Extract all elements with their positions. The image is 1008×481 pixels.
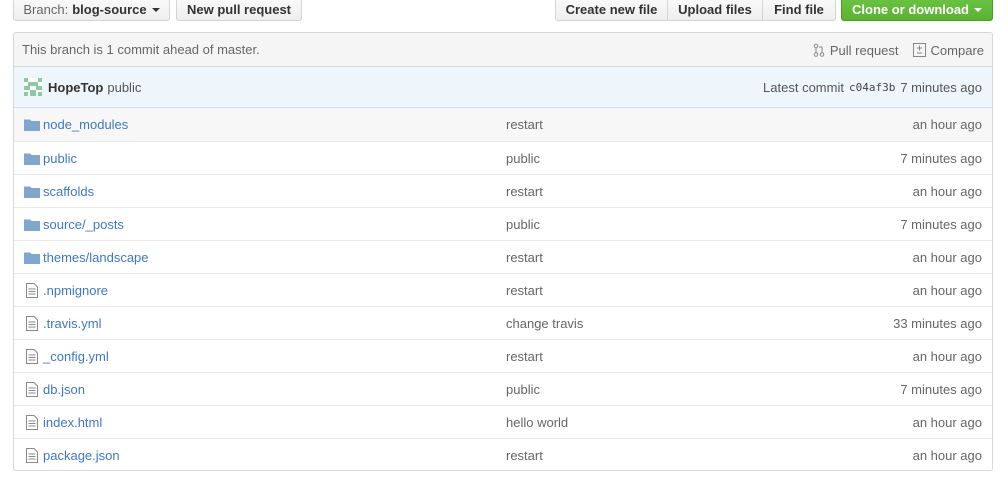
- file-icon: [26, 283, 38, 298]
- file-row[interactable]: themes/landscape restart an hour ago: [14, 240, 992, 273]
- latest-commit-label: Latest commit: [763, 80, 844, 95]
- commit-age: 7 minutes ago: [900, 80, 982, 95]
- file-name-link[interactable]: _config.yml: [43, 349, 109, 364]
- file-age: an hour ago: [912, 348, 982, 364]
- branch-prefix: Branch:: [23, 2, 69, 17]
- commit-message-link[interactable]: public: [107, 80, 141, 95]
- create-new-file-button[interactable]: Create new file: [555, 0, 668, 21]
- file-age: an hour ago: [912, 414, 982, 430]
- file-row[interactable]: index.html hello world an hour ago: [14, 405, 992, 438]
- file-icon: [26, 415, 38, 430]
- compare-link[interactable]: Compare: [912, 42, 984, 58]
- file-age: 7 minutes ago: [900, 381, 982, 397]
- file-icon: [26, 349, 38, 364]
- latest-commit-bar: HopeTop public Latest commit c04af3b 7 m…: [14, 67, 992, 108]
- folder-icon: [24, 252, 40, 264]
- file-row[interactable]: db.json public 7 minutes ago: [14, 372, 992, 405]
- file-age: an hour ago: [912, 282, 982, 298]
- file-row[interactable]: _config.yml restart an hour ago: [14, 339, 992, 372]
- file-age: 33 minutes ago: [893, 315, 982, 331]
- file-icon: [26, 448, 38, 463]
- file-name-link[interactable]: index.html: [43, 415, 102, 430]
- file-icon: [26, 382, 38, 397]
- file-row[interactable]: .npmignore restart an hour ago: [14, 273, 992, 306]
- file-list: node_modules restart an hour ago public publ…: [14, 108, 992, 470]
- branch-name: blog-source: [72, 2, 147, 17]
- folder-icon: [24, 186, 40, 198]
- chevron-down-icon: [151, 7, 160, 12]
- file-age: 7 minutes ago: [900, 150, 982, 166]
- file-row[interactable]: public public 7 minutes ago: [14, 141, 992, 174]
- file-name-link[interactable]: .npmignore: [43, 283, 108, 298]
- folder-icon: [24, 153, 40, 165]
- file-commit-message-link[interactable]: restart: [506, 448, 543, 463]
- file-row[interactable]: .travis.yml change travis 33 minutes ago: [14, 306, 992, 339]
- file-age: an hour ago: [912, 249, 982, 265]
- folder-icon: [24, 219, 40, 231]
- commit-author-link[interactable]: HopeTop: [48, 80, 103, 95]
- compare-label: Compare: [930, 42, 984, 58]
- branch-actions: Pull request Compare: [799, 33, 984, 67]
- file-row[interactable]: package.json restart an hour ago: [14, 438, 992, 470]
- file-age: an hour ago: [912, 117, 982, 132]
- file-name-link[interactable]: scaffolds: [43, 184, 94, 199]
- file-commit-message-link[interactable]: restart: [506, 283, 543, 298]
- file-name-link[interactable]: node_modules: [43, 117, 128, 132]
- file-icon: [26, 316, 38, 331]
- chevron-down-icon: [974, 7, 982, 12]
- file-name-link[interactable]: db.json: [43, 382, 85, 397]
- file-name-link[interactable]: package.json: [43, 448, 120, 463]
- file-navigation-box: This branch is 1 commit ahead of master.…: [13, 32, 993, 471]
- file-row[interactable]: source/_posts public 7 minutes ago: [14, 207, 992, 240]
- branch-info-bar: This branch is 1 commit ahead of master.…: [14, 33, 992, 67]
- diff-icon: [912, 43, 926, 57]
- avatar[interactable]: [24, 78, 42, 96]
- upload-files-button[interactable]: Upload files: [668, 0, 763, 21]
- git-pull-request-icon: [813, 43, 825, 57]
- file-commit-message-link[interactable]: public: [506, 151, 540, 166]
- file-name-link[interactable]: themes/landscape: [43, 250, 149, 265]
- file-row[interactable]: node_modules restart an hour ago: [14, 108, 992, 141]
- repo-toolbar: Branch: blog-source New pull request Cre…: [0, 0, 1008, 22]
- commit-meta: Latest commit c04af3b 7 minutes ago: [763, 67, 982, 108]
- clone-label: Clone or download: [852, 2, 969, 17]
- file-name-link[interactable]: .travis.yml: [43, 316, 102, 331]
- file-commit-message-link[interactable]: restart: [506, 117, 543, 132]
- file-commit-message-link[interactable]: restart: [506, 250, 543, 265]
- find-file-button[interactable]: Find file: [763, 0, 836, 21]
- file-commit-message-link[interactable]: public: [506, 217, 540, 232]
- commit-sha-link[interactable]: c04af3b: [849, 81, 895, 94]
- file-row[interactable]: scaffolds restart an hour ago: [14, 174, 992, 207]
- pull-request-link[interactable]: Pull request: [813, 43, 899, 58]
- branch-status-message: This branch is 1 commit ahead of master.: [22, 42, 260, 57]
- file-name-link[interactable]: source/_posts: [43, 217, 124, 232]
- file-commit-message-link[interactable]: restart: [506, 184, 543, 199]
- file-name-link[interactable]: public: [43, 151, 77, 166]
- file-age: an hour ago: [912, 183, 982, 199]
- file-commit-message-link[interactable]: public: [506, 382, 540, 397]
- file-age: an hour ago: [912, 447, 982, 463]
- file-commit-message-link[interactable]: hello world: [506, 415, 568, 430]
- file-commit-message-link[interactable]: change travis: [506, 316, 583, 331]
- folder-icon: [24, 119, 40, 131]
- new-pull-request-button[interactable]: New pull request: [176, 0, 302, 21]
- pull-request-label: Pull request: [829, 42, 899, 58]
- branch-select-button[interactable]: Branch: blog-source: [13, 0, 170, 21]
- clone-or-download-button[interactable]: Clone or download: [841, 0, 993, 21]
- file-commit-message-link[interactable]: restart: [506, 349, 543, 364]
- file-age: 7 minutes ago: [900, 216, 982, 232]
